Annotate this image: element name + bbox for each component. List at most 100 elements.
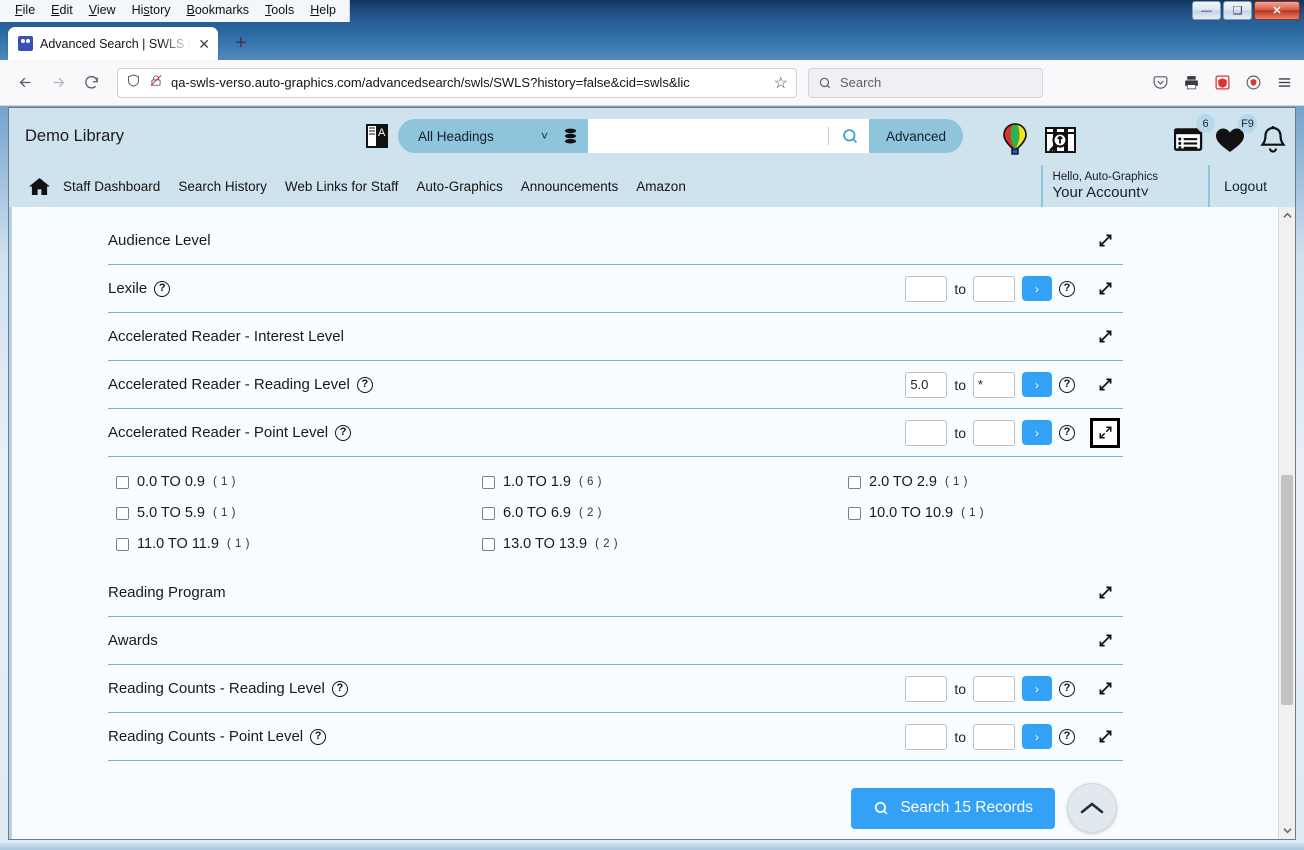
reading-counts-point-level-from-input[interactable] [905, 723, 948, 750]
checkbox-option[interactable]: 6.0 TO 6.9 ( 2 ) [482, 505, 848, 521]
scrollbar-thumb[interactable] [1281, 475, 1293, 705]
nav-staff-dashboard[interactable]: Staff Dashboard [54, 179, 169, 194]
ar-point-level-apply-button[interactable]: › [1022, 420, 1052, 445]
logout-link[interactable]: Logout [1224, 178, 1267, 194]
nav-amazon[interactable]: Amazon [627, 179, 695, 194]
checkbox-option[interactable]: 2.0 TO 2.9 ( 1 ) [848, 474, 1123, 490]
ar-point-level-from-input[interactable] [905, 419, 948, 446]
collapse-icon[interactable] [1090, 417, 1120, 448]
your-account-link[interactable]: Your Account˅ [1053, 184, 1158, 201]
filter-row-reading-program[interactable]: Reading Program [108, 569, 1123, 617]
filter-row-ar-point-level[interactable]: Accelerated Reader - Point Level ? to › … [108, 409, 1123, 457]
adblock-icon[interactable] [1213, 73, 1232, 92]
expand-icon[interactable] [1093, 581, 1117, 605]
reload-button[interactable] [76, 68, 106, 98]
checkbox-option[interactable]: 1.0 TO 1.9 ( 6 ) [482, 474, 848, 490]
book-search-icon[interactable] [1037, 118, 1085, 162]
back-button[interactable] [10, 68, 40, 98]
scrollbar-down-arrow[interactable] [1279, 822, 1295, 839]
menu-item-edit[interactable]: Edit [44, 2, 80, 20]
checkbox[interactable] [482, 537, 495, 551]
help-icon[interactable]: ? [1059, 728, 1075, 745]
insecure-lock-icon[interactable] [149, 73, 163, 93]
filter-row-reading-counts-point-level[interactable]: Reading Counts - Point Level ? to › ? [108, 713, 1123, 761]
account-menu[interactable]: Hello, Auto-Graphics Your Account˅ [1040, 165, 1172, 207]
window-close-button[interactable]: ✕ [1254, 1, 1300, 20]
reading-counts-point-level-apply-button[interactable]: › [1022, 724, 1052, 749]
global-search-input[interactable] [588, 119, 831, 153]
filter-row-lexile[interactable]: Lexile ? to › ? [108, 265, 1123, 313]
window-minimize-button[interactable]: — [1192, 1, 1221, 20]
ar-point-level-to-input[interactable] [973, 419, 1015, 446]
expand-icon[interactable] [1093, 677, 1117, 701]
help-icon[interactable]: ? [310, 728, 327, 745]
help-icon[interactable]: ? [356, 376, 373, 393]
ar-reading-level-from-input[interactable] [905, 371, 948, 398]
home-icon[interactable] [29, 177, 50, 196]
expand-icon[interactable] [1093, 277, 1117, 301]
reading-counts-point-level-to-input[interactable] [973, 723, 1015, 750]
help-icon[interactable]: ? [335, 424, 352, 441]
nav-search-history[interactable]: Search History [169, 179, 276, 194]
expand-icon[interactable] [1093, 229, 1117, 253]
checkbox[interactable] [848, 475, 861, 489]
notifications-bell-icon[interactable] [1251, 118, 1295, 162]
balloon-icon[interactable] [993, 118, 1037, 162]
nav-announcements[interactable]: Announcements [512, 179, 628, 194]
database-icon[interactable] [562, 128, 578, 145]
filter-row-ar-reading-level[interactable]: Accelerated Reader - Reading Level ? to … [108, 361, 1123, 409]
print-icon[interactable] [1182, 73, 1201, 92]
ar-reading-level-apply-button[interactable]: › [1022, 372, 1052, 397]
reading-counts-reading-level-from-input[interactable] [905, 675, 948, 702]
help-icon[interactable]: ? [1059, 424, 1075, 441]
filter-row-awards[interactable]: Awards [108, 617, 1123, 665]
list-records-icon[interactable]: 6 [1167, 114, 1215, 162]
language-toggle-icon[interactable]: A [364, 122, 390, 150]
nav-web-links-for-staff[interactable]: Web Links for Staff [276, 179, 408, 194]
scroll-to-top-button[interactable] [1067, 783, 1117, 833]
browser-search-box[interactable]: Search [808, 67, 1043, 98]
page-scrollbar[interactable] [1278, 207, 1295, 839]
checkbox[interactable] [848, 506, 861, 520]
checkbox-option[interactable]: 11.0 TO 11.9 ( 1 ) [116, 536, 482, 552]
browser-tab[interactable]: Advanced Search | SWLS | SWLS ✕ [8, 27, 218, 60]
ar-reading-level-to-input[interactable] [973, 371, 1015, 398]
reading-counts-reading-level-to-input[interactable] [973, 675, 1015, 702]
expand-icon[interactable] [1093, 373, 1117, 397]
filter-row-reading-counts-reading-level[interactable]: Reading Counts - Reading Level ? to › ? [108, 665, 1123, 713]
lexile-apply-button[interactable]: › [1022, 276, 1052, 301]
filter-row-ar-interest-level[interactable]: Accelerated Reader - Interest Level [108, 313, 1123, 361]
window-maximize-button[interactable]: ❑ [1223, 1, 1252, 20]
checkbox-option[interactable]: 5.0 TO 5.9 ( 1 ) [116, 505, 482, 521]
new-tab-button[interactable]: + [226, 28, 256, 58]
help-icon[interactable]: ? [1059, 376, 1075, 393]
menu-item-help[interactable]: Help [303, 2, 343, 20]
reading-counts-reading-level-apply-button[interactable]: › [1022, 676, 1052, 701]
global-search-submit-button[interactable] [831, 119, 869, 153]
search-records-button[interactable]: Search 15 Records [851, 787, 1055, 829]
help-icon[interactable]: ? [154, 280, 171, 297]
menu-item-history[interactable]: History [125, 2, 178, 20]
bookmark-star-icon[interactable]: ☆ [774, 73, 788, 93]
checkbox[interactable] [116, 475, 129, 489]
checkbox[interactable] [116, 537, 129, 551]
tab-close-icon[interactable]: ✕ [198, 37, 210, 51]
help-icon[interactable]: ? [331, 680, 348, 697]
expand-icon[interactable] [1093, 325, 1117, 349]
checkbox-option[interactable]: 0.0 TO 0.9 ( 1 ) [116, 474, 482, 490]
menu-item-tools[interactable]: Tools [258, 2, 301, 20]
shield-search-icon[interactable] [1244, 73, 1263, 92]
filter-row-audience-level[interactable]: Audience Level [108, 217, 1123, 265]
menu-item-view[interactable]: View [82, 2, 123, 20]
checkbox[interactable] [116, 506, 129, 520]
favorites-heart-icon[interactable]: F9 [1209, 114, 1257, 162]
search-scope-dropdown[interactable]: All Headings ˅ [398, 119, 588, 153]
checkbox-option[interactable]: 13.0 TO 13.9 ( 2 ) [482, 536, 848, 552]
menu-icon[interactable] [1275, 73, 1294, 92]
lexile-to-input[interactable] [973, 275, 1015, 302]
shield-protection-icon[interactable] [126, 73, 141, 93]
pocket-icon[interactable] [1151, 73, 1170, 92]
checkbox[interactable] [482, 475, 495, 489]
expand-icon[interactable] [1093, 725, 1117, 749]
lexile-from-input[interactable] [905, 275, 948, 302]
